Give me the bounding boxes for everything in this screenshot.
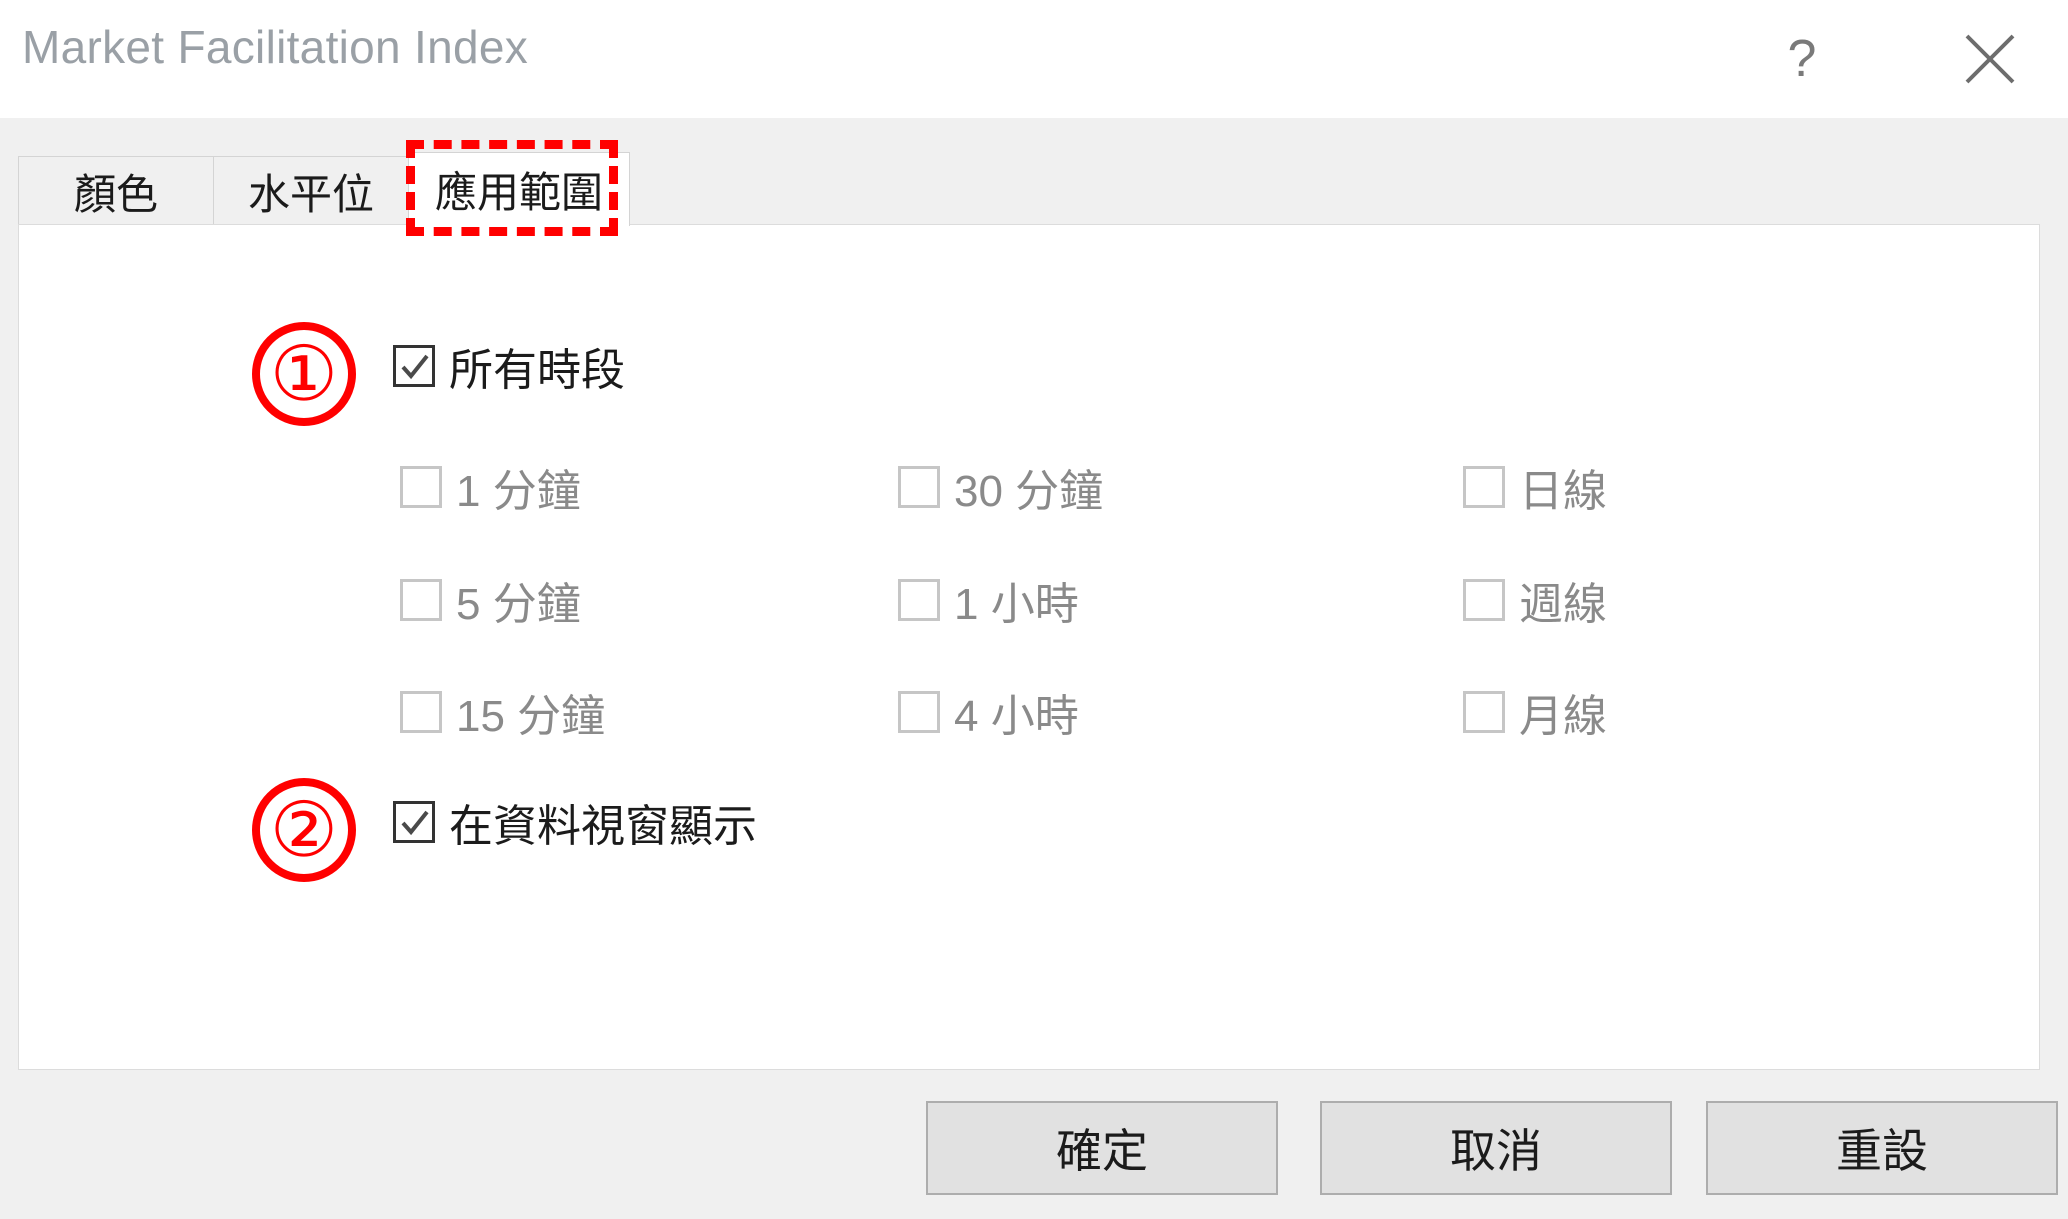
checkbox-label-5-minute: 5 分鐘 — [456, 580, 581, 629]
close-button[interactable] — [1930, 0, 2050, 118]
checkbox-monthly[interactable] — [1463, 691, 1505, 733]
checkbox-label-weekly: 週線 — [1519, 580, 1607, 629]
checkbox-row-4-hour[interactable]: 4 小時 — [898, 680, 1079, 744]
checkbox-15-minute[interactable] — [400, 691, 442, 733]
checkbox-row-5-minute[interactable]: 5 分鐘 — [400, 568, 581, 632]
checkbox-row-30-minute[interactable]: 30 分鐘 — [898, 455, 1103, 519]
ok-button[interactable]: 確定 — [926, 1101, 1278, 1195]
window-title: Market Facilitation Index — [22, 21, 529, 73]
checkbox-row-monthly[interactable]: 月線 — [1463, 680, 1607, 744]
tab-content-panel — [18, 224, 2040, 1070]
check-icon — [401, 810, 429, 836]
tab-levels[interactable]: 水平位 — [213, 156, 409, 226]
check-icon — [401, 354, 429, 380]
reset-button[interactable]: 重設 — [1706, 1101, 2058, 1195]
cancel-button[interactable]: 取消 — [1320, 1101, 1672, 1195]
checkbox-30-minute[interactable] — [898, 466, 940, 508]
checkbox-row-show-in-data-window[interactable]: 在資料視窗顯示 — [393, 790, 757, 854]
checkbox-row-15-minute[interactable]: 15 分鐘 — [400, 680, 605, 744]
checkbox-label-show-in-data-window: 在資料視窗顯示 — [449, 802, 757, 851]
checkbox-row-daily[interactable]: 日線 — [1463, 455, 1607, 519]
checkbox-row-weekly[interactable]: 週線 — [1463, 568, 1607, 632]
checkbox-weekly[interactable] — [1463, 579, 1505, 621]
checkbox-row-1-hour[interactable]: 1 小時 — [898, 568, 1079, 632]
checkbox-label-15-minute: 15 分鐘 — [456, 692, 606, 741]
title-bar: Market Facilitation Index ? — [0, 0, 2068, 118]
checkbox-label-1-minute: 1 分鐘 — [456, 467, 581, 516]
close-icon — [1961, 30, 2019, 88]
checkbox-5-minute[interactable] — [400, 579, 442, 621]
tab-visualization[interactable]: 應用範圍 — [408, 152, 631, 226]
checkbox-show-in-data-window[interactable] — [393, 801, 435, 843]
checkbox-1-minute[interactable] — [400, 466, 442, 508]
checkbox-label-daily: 日線 — [1519, 467, 1607, 516]
tab-strip: 顏色 水平位 應用範圍 — [18, 152, 631, 226]
checkbox-4-hour[interactable] — [898, 691, 940, 733]
checkbox-row-1-minute[interactable]: 1 分鐘 — [400, 455, 581, 519]
help-button[interactable]: ? — [1742, 0, 1862, 118]
checkbox-all-timeframes[interactable] — [393, 345, 435, 387]
checkbox-daily[interactable] — [1463, 466, 1505, 508]
checkbox-row-all-timeframes[interactable]: 所有時段 — [393, 334, 625, 398]
checkbox-label-all-timeframes: 所有時段 — [449, 346, 625, 395]
checkbox-1-hour[interactable] — [898, 579, 940, 621]
tab-colors[interactable]: 顏色 — [18, 156, 214, 226]
question-mark-icon: ? — [1787, 30, 1817, 88]
checkbox-label-30-minute: 30 分鐘 — [954, 467, 1104, 516]
market-facilitation-index-dialog: Market Facilitation Index ? 顏色 水平位 應用範圍 … — [0, 0, 2068, 1219]
checkbox-label-4-hour: 4 小時 — [954, 692, 1079, 741]
checkbox-label-monthly: 月線 — [1519, 692, 1607, 741]
checkbox-label-1-hour: 1 小時 — [954, 580, 1079, 629]
